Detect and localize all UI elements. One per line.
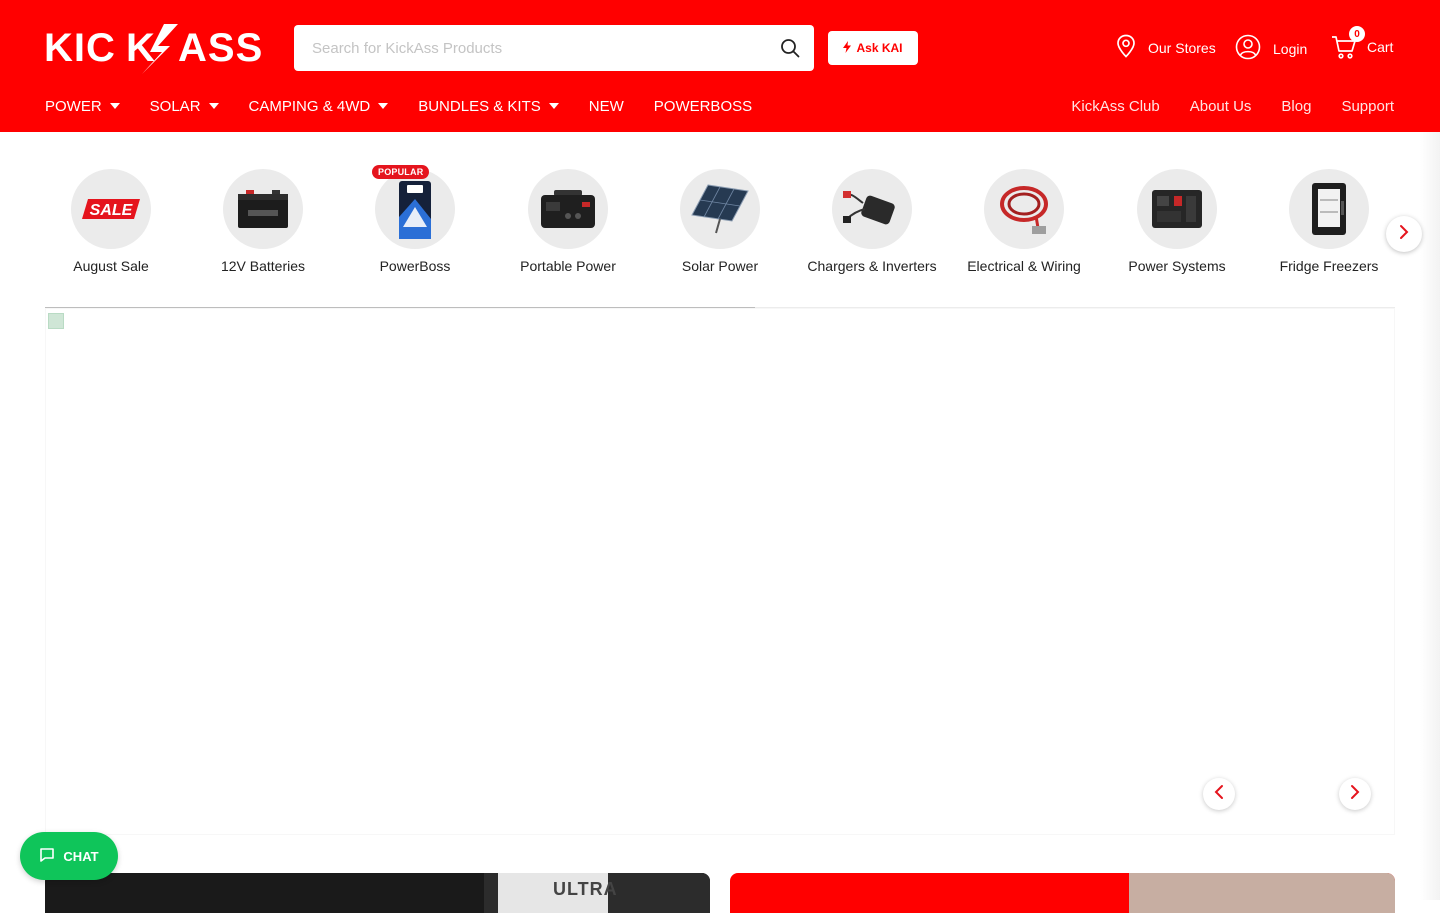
hero-prev-button[interactable] <box>1203 778 1235 810</box>
category-label: Portable Power <box>520 258 616 274</box>
promo-image <box>1129 873 1395 913</box>
location-pin-icon <box>1116 34 1136 61</box>
nav-label: SOLAR <box>149 97 201 115</box>
chat-bubble-icon <box>39 847 55 866</box>
cable-coil-icon <box>984 169 1064 249</box>
hero-next-button[interactable] <box>1339 778 1371 810</box>
caret-down-icon <box>378 103 389 109</box>
hero-banner[interactable] <box>45 308 1395 835</box>
promo-card-left[interactable]: ULTRA <box>45 873 710 913</box>
chat-button[interactable]: CHAT <box>20 832 118 880</box>
nav-label: BUNDLES & KITS <box>418 97 541 115</box>
category-electrical-wiring[interactable]: Electrical & Wiring <box>956 169 1092 274</box>
nav-label: POWERBOSS <box>653 97 753 115</box>
nav-bundles-kits[interactable]: BUNDLES & KITS <box>418 98 559 115</box>
powerboss-pack-icon <box>375 169 455 249</box>
sale-tag-icon: SALE <box>71 169 151 249</box>
nav-powerboss[interactable]: POWERBOSS <box>654 98 752 115</box>
site-header: KIC K ASS Ask KAI Our Stores Login 0 Car <box>0 0 1440 132</box>
svg-text:K: K <box>126 26 155 70</box>
caret-down-icon <box>208 103 219 109</box>
secondary-nav: KickAss Club About Us Blog Support <box>1071 96 1394 116</box>
category-chargers-inverters[interactable]: Chargers & Inverters <box>804 169 940 274</box>
category-label: Solar Power <box>681 258 759 274</box>
page-edge-shadow <box>1420 132 1440 900</box>
solar-panel-icon <box>680 169 760 249</box>
nav-blog[interactable]: Blog <box>1281 98 1311 115</box>
svg-text:KIC: KIC <box>44 26 116 70</box>
portable-power-station-icon <box>528 169 608 249</box>
chevron-right-icon <box>1350 784 1360 805</box>
promo-product-text: ULTRA <box>553 879 618 899</box>
sale-badge-text: SALE <box>90 202 134 219</box>
chat-label: CHAT <box>63 848 99 864</box>
kickass-logo[interactable]: KIC K ASS <box>44 20 284 76</box>
our-stores-link[interactable]: Our Stores <box>1116 34 1216 61</box>
search-bar <box>294 25 814 71</box>
category-label: 12V Batteries <box>220 258 306 274</box>
cart-count-badge: 0 <box>1349 26 1365 42</box>
bolt-icon <box>843 40 852 56</box>
broken-image-icon <box>48 313 64 329</box>
login-link[interactable]: Login <box>1235 34 1307 63</box>
ask-kai-button[interactable]: Ask KAI <box>828 31 918 65</box>
caret-down-icon <box>548 103 559 109</box>
fridge-icon <box>1289 169 1369 249</box>
nav-label: POWER <box>45 97 102 115</box>
user-icon <box>1235 34 1261 63</box>
nav-label: NEW <box>588 97 624 115</box>
cart-label: Cart <box>1367 39 1394 55</box>
svg-text:ASS: ASS <box>178 26 263 70</box>
caret-down-icon <box>109 103 120 109</box>
nav-about-us[interactable]: About Us <box>1190 98 1252 115</box>
nav-camping-4wd[interactable]: CAMPING & 4WD <box>249 98 389 115</box>
nav-support[interactable]: Support <box>1341 98 1394 115</box>
category-label: PowerBoss <box>379 258 451 274</box>
category-label: Fridge Freezers <box>1279 258 1379 274</box>
category-power-systems[interactable]: Power Systems <box>1109 169 1245 274</box>
login-label: Login <box>1273 40 1308 57</box>
category-fridge-freezers[interactable]: Fridge Freezers <box>1261 169 1397 274</box>
category-portable-power[interactable]: Portable Power <box>500 169 636 274</box>
category-next-button[interactable] <box>1386 216 1422 252</box>
popular-badge: POPULAR <box>372 165 430 179</box>
chevron-right-icon <box>1399 224 1409 245</box>
our-stores-label: Our Stores <box>1148 39 1216 56</box>
category-label: August Sale <box>73 258 149 274</box>
ask-kai-label: Ask KAI <box>856 41 903 55</box>
charger-icon <box>832 169 912 249</box>
nav-kickass-club[interactable]: KickAss Club <box>1071 98 1159 115</box>
category-12v-batteries[interactable]: 12V Batteries <box>195 169 331 274</box>
category-label: Power Systems <box>1128 258 1226 274</box>
category-carousel: SALE August Sale 12V Batteries PowerBoss… <box>43 165 1397 279</box>
search-icon[interactable] <box>778 36 802 60</box>
category-august-sale[interactable]: SALE August Sale <box>43 169 179 274</box>
battery-icon <box>223 169 303 249</box>
category-label: Electrical & Wiring <box>967 258 1081 274</box>
power-system-icon <box>1137 169 1217 249</box>
nav-power[interactable]: POWER <box>45 98 120 115</box>
cart-icon: 0 <box>1331 26 1365 60</box>
category-label: Chargers & Inverters <box>807 258 937 274</box>
category-solar-power[interactable]: Solar Power <box>652 169 788 274</box>
category-powerboss[interactable]: PowerBoss <box>347 169 483 274</box>
nav-solar[interactable]: SOLAR <box>150 98 219 115</box>
nav-label: CAMPING & 4WD <box>248 97 371 115</box>
promo-card-right[interactable] <box>730 873 1395 913</box>
main-nav: POWER SOLAR CAMPING & 4WD BUNDLES & KITS… <box>45 96 752 116</box>
cart-link[interactable]: 0 Cart <box>1331 26 1394 60</box>
nav-new[interactable]: NEW <box>589 98 624 115</box>
chevron-left-icon <box>1214 784 1224 805</box>
search-input[interactable] <box>294 25 764 71</box>
